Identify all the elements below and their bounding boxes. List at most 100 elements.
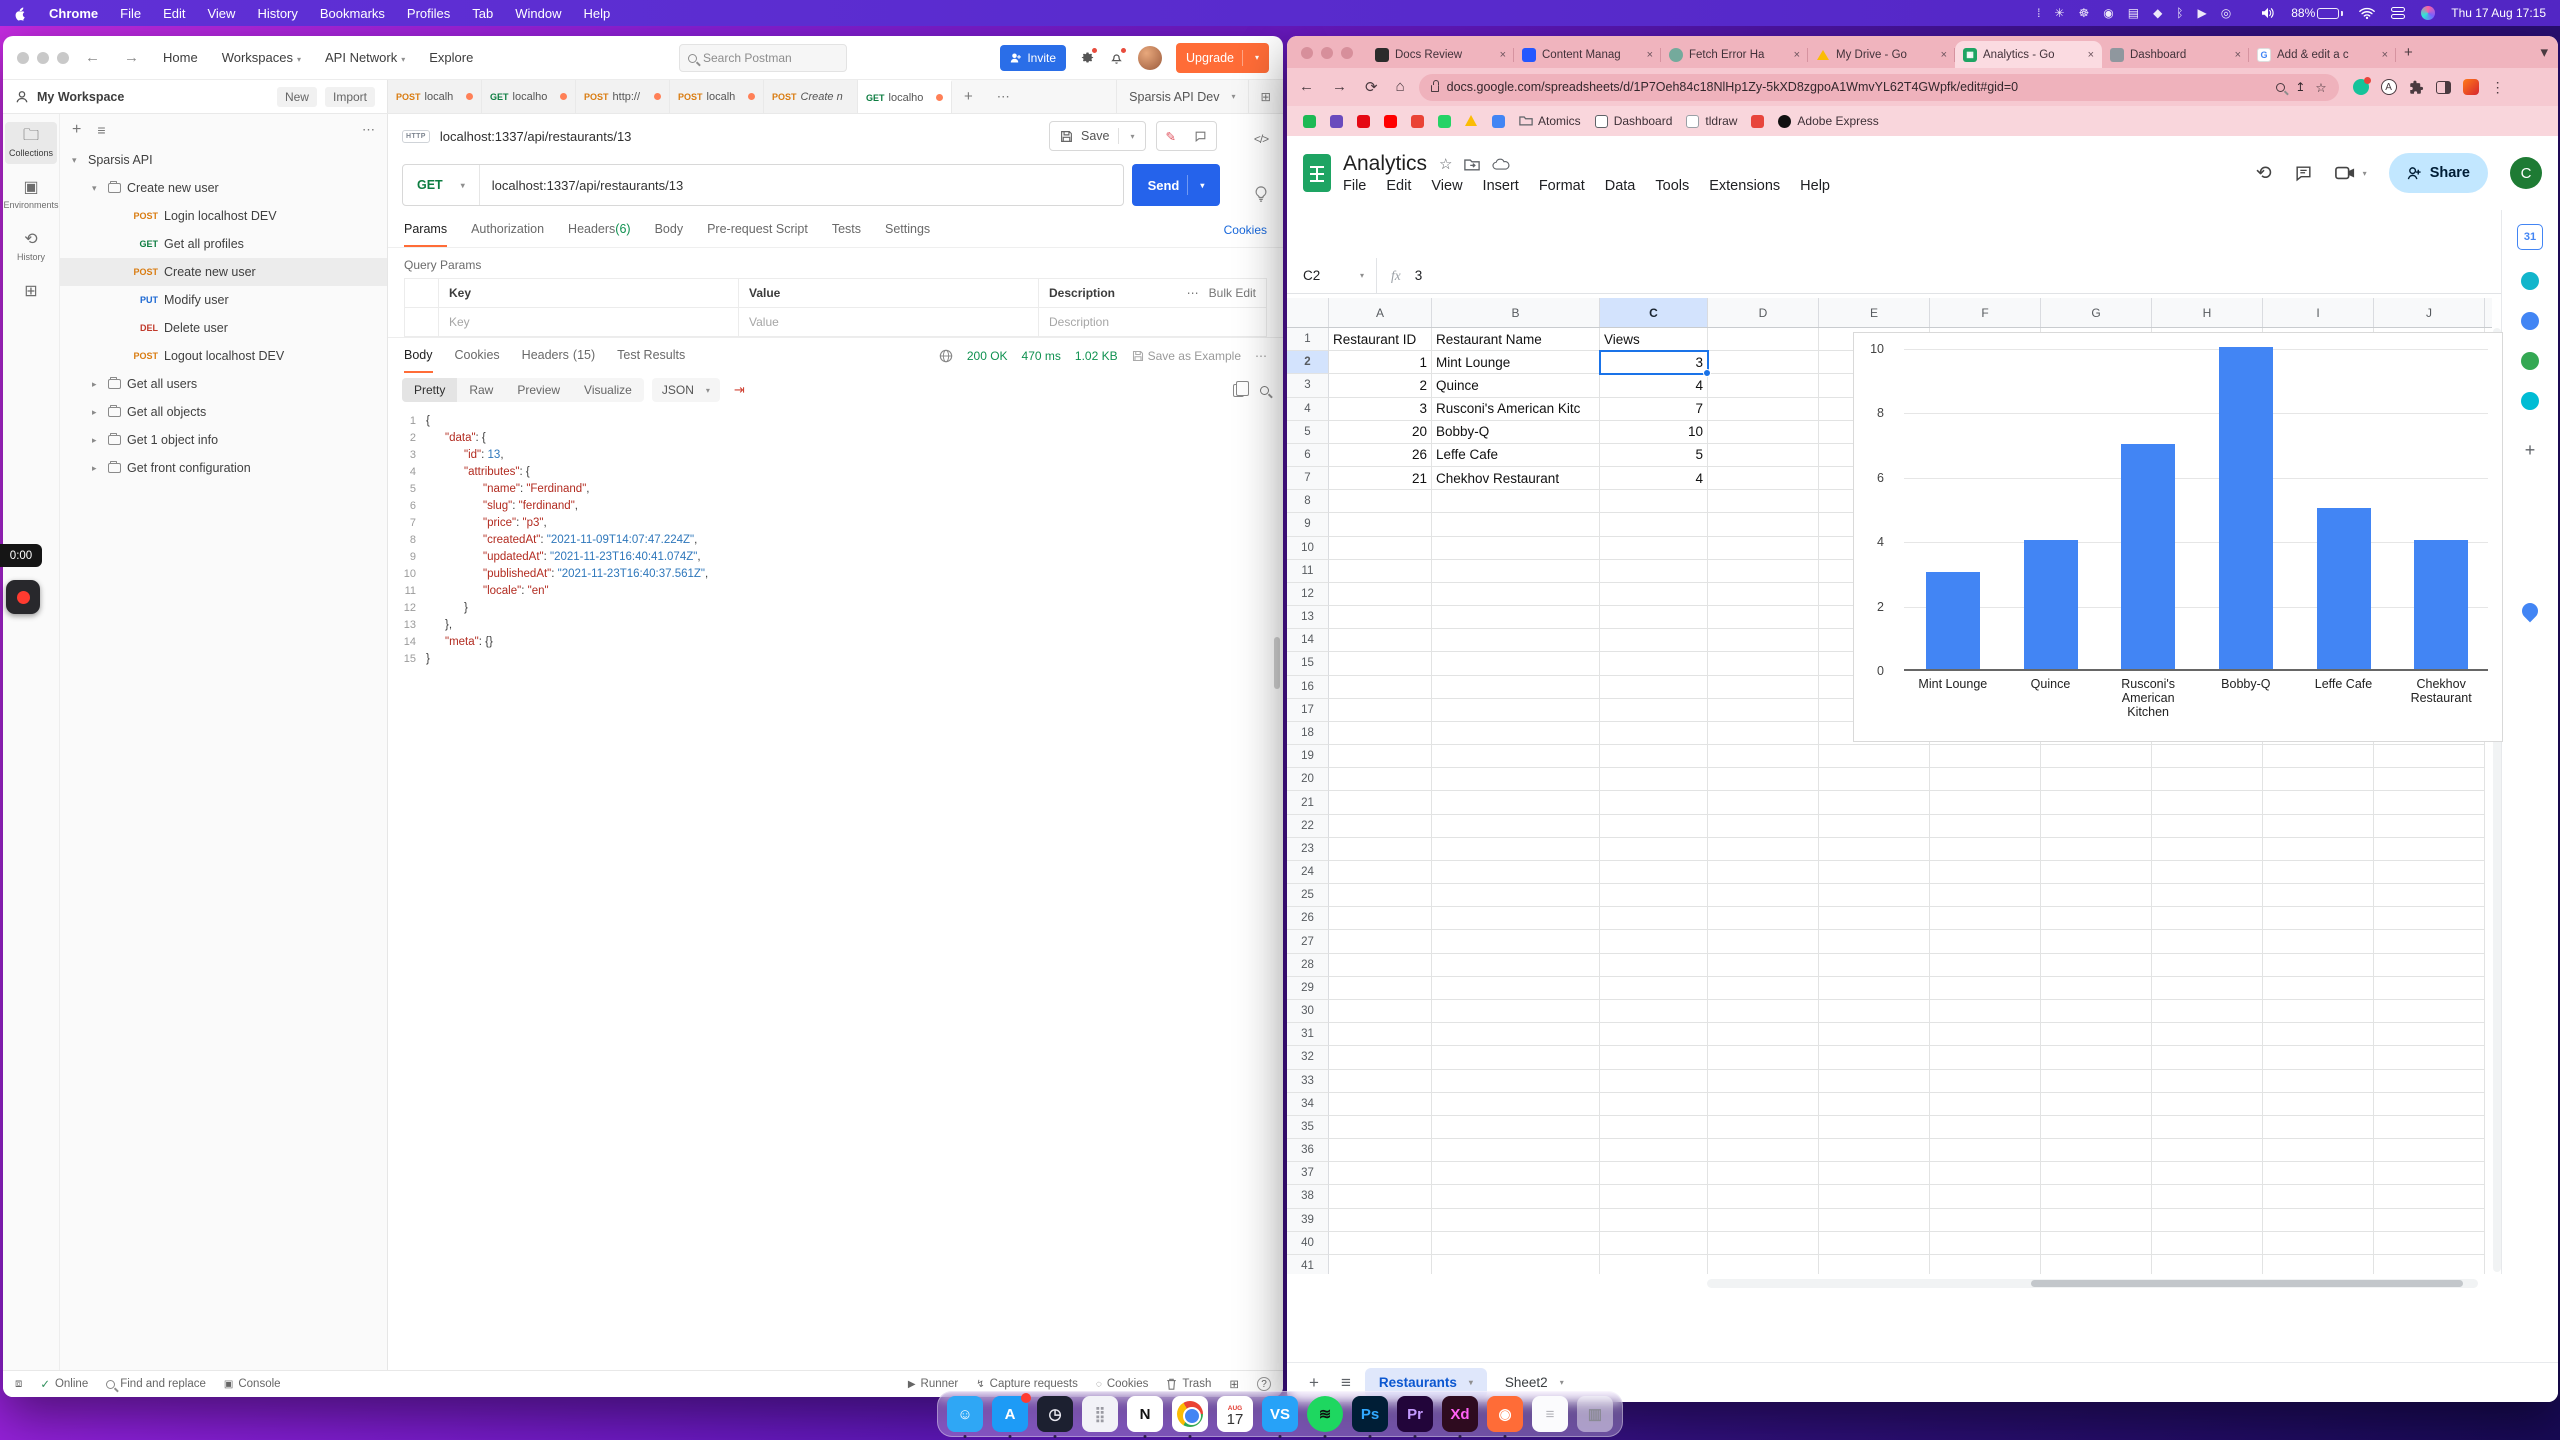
share-icon[interactable]: ↥ <box>2295 80 2305 94</box>
close-tab-icon[interactable]: × <box>1941 49 1947 61</box>
close-tab-icon[interactable]: × <box>2088 49 2094 61</box>
cell-D7[interactable] <box>1708 467 1819 490</box>
row-header-15[interactable]: 15 <box>1287 652 1329 675</box>
forward-arrow-icon[interactable]: → <box>124 49 139 66</box>
zoom-icon[interactable] <box>2276 83 2285 92</box>
password-favicon[interactable] <box>1330 115 1343 128</box>
new-tab-button[interactable]: + <box>2404 44 2413 61</box>
cell-J40[interactable] <box>2374 1232 2485 1255</box>
cell-J29[interactable] <box>2374 977 2485 1000</box>
cell-B28[interactable] <box>1432 954 1600 977</box>
row-header-16[interactable]: 16 <box>1287 676 1329 699</box>
cell-C12[interactable] <box>1600 583 1708 606</box>
cell-A3[interactable]: 2 <box>1329 374 1432 397</box>
keep-panel-icon[interactable] <box>2521 272 2539 290</box>
cell-E25[interactable] <box>1819 884 1930 907</box>
cell-C23[interactable] <box>1600 838 1708 861</box>
cell-B12[interactable] <box>1432 583 1600 606</box>
cell-D23[interactable] <box>1708 838 1819 861</box>
cell-J37[interactable] <box>2374 1162 2485 1185</box>
column-header-B[interactable]: B <box>1432 298 1600 327</box>
cell-E33[interactable] <box>1819 1070 1930 1093</box>
response-format-select[interactable]: JSON▾ <box>652 378 720 402</box>
cell-B19[interactable] <box>1432 745 1600 768</box>
cell-H26[interactable] <box>2152 907 2263 930</box>
row-header-8[interactable]: 8 <box>1287 490 1329 513</box>
cell-A15[interactable] <box>1329 652 1432 675</box>
cell-A33[interactable] <box>1329 1070 1432 1093</box>
cell-C37[interactable] <box>1600 1162 1708 1185</box>
response-tab-body[interactable]: Body <box>404 338 433 373</box>
network-globe-icon[interactable] <box>939 349 953 363</box>
account-avatar[interactable]: C <box>2510 157 2542 189</box>
menu-item-view[interactable]: View <box>207 6 235 21</box>
tree-item[interactable]: PUTModify user <box>60 286 387 314</box>
cell-F27[interactable] <box>1930 930 2041 953</box>
open-request-tab[interactable]: GETlocalho <box>482 80 576 113</box>
cell-G23[interactable] <box>2041 838 2152 861</box>
column-header-D[interactable]: D <box>1708 298 1819 327</box>
cell-F32[interactable] <box>1930 1046 2041 1069</box>
reload-button[interactable]: ⟳ <box>1365 78 1378 96</box>
apple-icon[interactable] <box>14 6 27 21</box>
cell-D8[interactable] <box>1708 490 1819 513</box>
cell-F34[interactable] <box>1930 1093 2041 1116</box>
get-addons-icon[interactable]: + <box>2525 440 2536 461</box>
row-header-40[interactable]: 40 <box>1287 1232 1329 1255</box>
cell-B6[interactable]: Leffe Cafe <box>1432 444 1600 467</box>
cell-E23[interactable] <box>1819 838 1930 861</box>
cell-H32[interactable] <box>2152 1046 2263 1069</box>
cell-H25[interactable] <box>2152 884 2263 907</box>
bar-chekhov-restaurant[interactable] <box>2414 540 2468 669</box>
cell-I26[interactable] <box>2263 907 2374 930</box>
back-arrow-icon[interactable]: ← <box>85 49 100 66</box>
column-header-F[interactable]: F <box>1930 298 2041 327</box>
response-time[interactable]: 470 ms <box>1022 349 1061 363</box>
cell-J38[interactable] <box>2374 1185 2485 1208</box>
cell-C7[interactable]: 4 <box>1600 467 1708 490</box>
menu-data[interactable]: Data <box>1605 178 1636 194</box>
cell-H27[interactable] <box>2152 930 2263 953</box>
column-header-I[interactable]: I <box>2263 298 2374 327</box>
trash-button[interactable]: Trash <box>1166 1378 1211 1390</box>
formula-value[interactable]: 3 <box>1415 268 1423 283</box>
cell-A9[interactable] <box>1329 513 1432 536</box>
help-icon[interactable]: ? <box>1257 1377 1271 1391</box>
cell-I22[interactable] <box>2263 815 2374 838</box>
menu-extensions[interactable]: Extensions <box>1709 178 1780 194</box>
side-panel-icon[interactable] <box>2436 81 2451 94</box>
row-header-11[interactable]: 11 <box>1287 560 1329 583</box>
column-header-G[interactable]: G <box>2041 298 2152 327</box>
cell-G40[interactable] <box>2041 1232 2152 1255</box>
cell-B29[interactable] <box>1432 977 1600 1000</box>
dock-chrome[interactable] <box>1172 1396 1208 1432</box>
cell-C40[interactable] <box>1600 1232 1708 1255</box>
cell-G33[interactable] <box>2041 1070 2152 1093</box>
cell-E40[interactable] <box>1819 1232 1930 1255</box>
param-more-icon[interactable]: ⋯ <box>1187 286 1199 300</box>
column-header-C[interactable]: C <box>1600 298 1708 327</box>
bookmark-star-icon[interactable]: ☆ <box>2315 80 2326 95</box>
cell-C30[interactable] <box>1600 1000 1708 1023</box>
cell-D38[interactable] <box>1708 1185 1819 1208</box>
response-tab-test[interactable]: Test Results <box>617 338 685 373</box>
request-tab-pre-request[interactable]: Pre-request Script <box>707 212 808 247</box>
cell-D39[interactable] <box>1708 1209 1819 1232</box>
url-input[interactable]: GET▾ localhost:1337/api/restaurants/13 <box>402 164 1124 206</box>
cell-I28[interactable] <box>2263 954 2374 977</box>
bluetooth-icon[interactable]: ᛒ <box>2176 6 2183 20</box>
wifi-icon[interactable] <box>2359 7 2375 19</box>
cell-D24[interactable] <box>1708 861 1819 884</box>
nav-explore[interactable]: Explore <box>429 50 473 65</box>
cell-F24[interactable] <box>1930 861 2041 884</box>
cell-G22[interactable] <box>2041 815 2152 838</box>
cell-C26[interactable] <box>1600 907 1708 930</box>
cell-A32[interactable] <box>1329 1046 1432 1069</box>
close-tab-icon[interactable]: × <box>2382 49 2388 61</box>
cell-C16[interactable] <box>1600 676 1708 699</box>
cell-B17[interactable] <box>1432 699 1600 722</box>
cell-C8[interactable] <box>1600 490 1708 513</box>
cell-B2[interactable]: Mint Lounge <box>1432 351 1600 374</box>
nav-api-network[interactable]: API Network▾ <box>325 50 405 65</box>
cell-J20[interactable] <box>2374 768 2485 791</box>
